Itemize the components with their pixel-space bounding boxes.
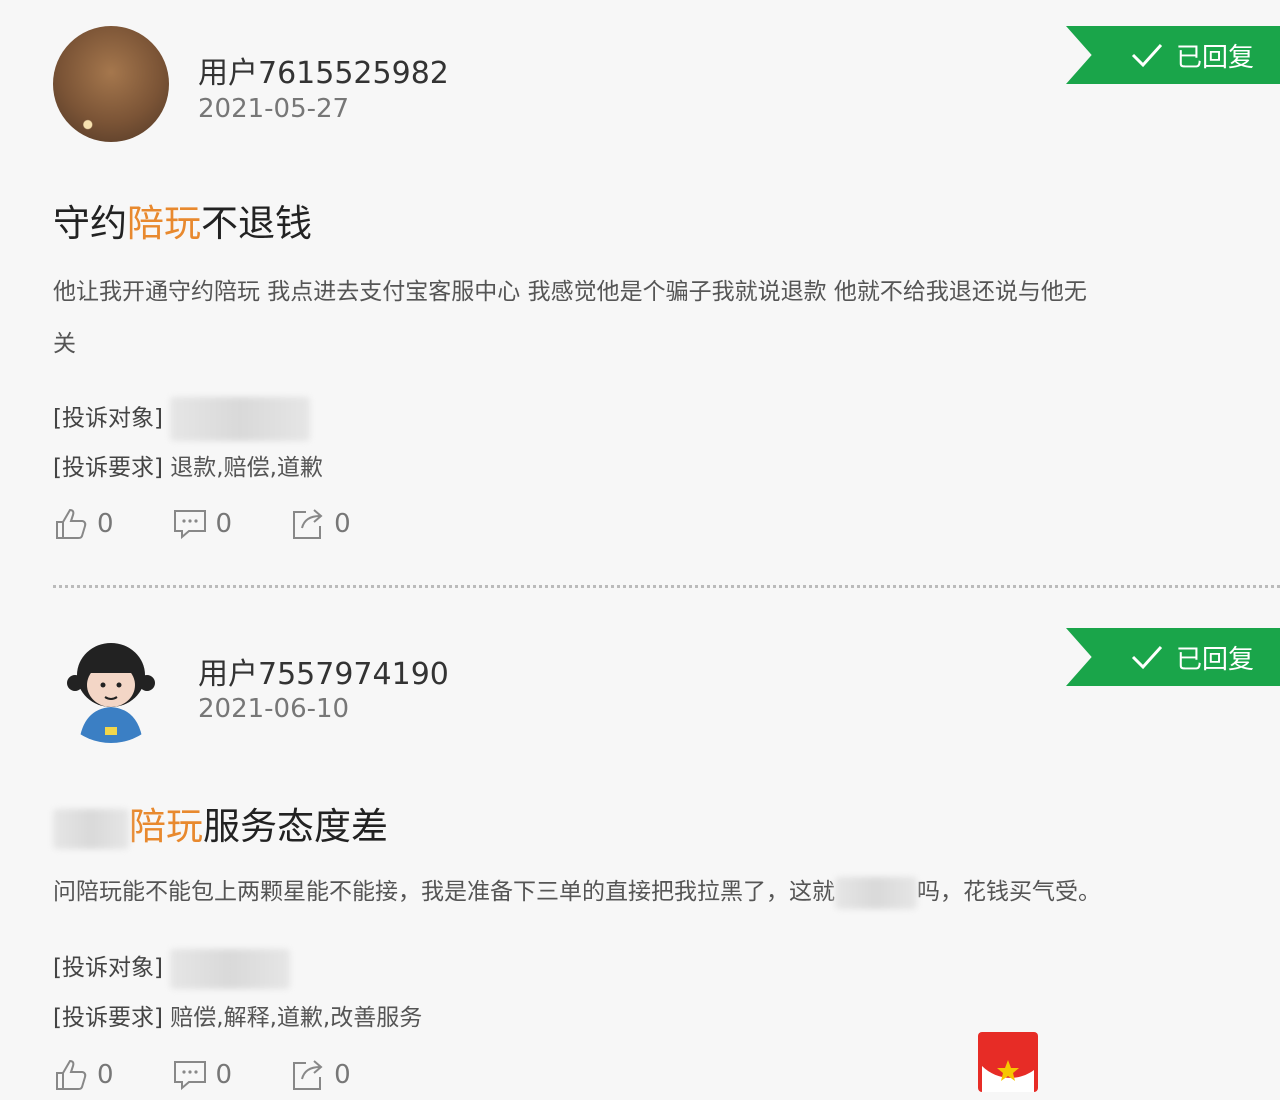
demand-label: [投诉要求] [53, 1005, 163, 1031]
demand-value: 退款,赔偿,道歉 [170, 455, 323, 481]
share-count: 0 [334, 1060, 351, 1090]
avatar[interactable] [53, 627, 169, 743]
body-part: 吗，花钱买气受。 [917, 879, 1101, 905]
body-line: 他让我开通守约陪玩 我点进去支付宝客服中心 我感觉他是个骗子我就说退款 他就不给… [53, 279, 1087, 305]
comment-button[interactable]: 0 [172, 1057, 233, 1093]
title-part: 服务态度差 [203, 805, 388, 848]
redacted-title [53, 808, 129, 849]
comment-count: 0 [215, 509, 233, 539]
redacted-target [170, 948, 291, 989]
share-icon [293, 509, 323, 539]
share-button[interactable]: 0 [290, 506, 351, 542]
complaint-target: [投诉对象] [53, 397, 311, 441]
comment-icon [173, 1061, 206, 1091]
comment-count: 0 [215, 1060, 233, 1090]
complaint-demand: [投诉要求] 赔偿,解释,道歉,改善服务 [53, 998, 422, 1032]
redacted-body [835, 876, 917, 909]
share-icon [293, 1060, 323, 1090]
cartoon-girl-image [67, 643, 155, 743]
redacted-target [170, 397, 311, 441]
watermark-logo [978, 1032, 1038, 1092]
title-part: 不退钱 [201, 202, 312, 245]
demand-label: [投诉要求] [53, 455, 163, 481]
demand-value: 赔偿,解释,道歉,改善服务 [170, 1005, 423, 1031]
complaint-target: [投诉对象] [53, 948, 291, 989]
replied-badge-label: 已回复 [1175, 644, 1254, 675]
star-icon [982, 1060, 1034, 1092]
share-button[interactable]: 0 [290, 1057, 351, 1093]
like-button[interactable]: 0 [53, 506, 114, 542]
title-highlight: 陪玩 [129, 805, 203, 848]
action-bar: 0 0 0 [53, 506, 409, 542]
complaint-body: 问陪玩能不能包上两颗星能不能接，我是准备下三单的直接把我拉黑了，这就 吗，花钱买气… [53, 866, 1280, 918]
title-part: 守约 [53, 202, 127, 245]
like-button[interactable]: 0 [53, 1057, 114, 1093]
avatar[interactable] [53, 26, 169, 142]
like-count: 0 [97, 1060, 114, 1090]
comment-button[interactable]: 0 [172, 506, 233, 542]
check-icon [1131, 645, 1163, 670]
thumbs-up-icon [56, 508, 87, 539]
complaint-title[interactable]: 守约陪玩不退钱 [53, 193, 312, 247]
title-highlight: 陪玩 [127, 202, 201, 245]
thumbs-up-icon [56, 1059, 87, 1090]
action-bar: 0 0 0 [53, 1057, 409, 1093]
comment-icon [173, 510, 206, 540]
post-date: 2021-06-10 [198, 694, 350, 724]
post-date: 2021-05-27 [198, 94, 350, 124]
complaint-body: 他让我开通守约陪玩 我点进去支付宝客服中心 我感觉他是个骗子我就说退款 他就不给… [53, 266, 1280, 370]
divider [53, 585, 1280, 588]
username[interactable]: 用户7557974190 [198, 649, 449, 693]
replied-badge: 已回复 [1066, 26, 1280, 84]
replied-badge: 已回复 [1066, 628, 1280, 686]
target-label: [投诉对象] [53, 405, 163, 432]
body-part: 问陪玩能不能包上两颗星能不能接，我是准备下三单的直接把我拉黑了，这就 [53, 879, 835, 905]
like-count: 0 [97, 509, 114, 539]
body-line: 关 [53, 331, 76, 357]
complaint-title[interactable]: 陪玩服务态度差 [53, 796, 388, 850]
complaint-demand: [投诉要求] 退款,赔偿,道歉 [53, 448, 323, 482]
target-label: [投诉对象] [53, 955, 163, 981]
replied-badge-label: 已回复 [1175, 42, 1254, 73]
check-icon [1131, 43, 1163, 68]
username[interactable]: 用户7615525982 [198, 48, 449, 92]
share-count: 0 [334, 509, 351, 539]
